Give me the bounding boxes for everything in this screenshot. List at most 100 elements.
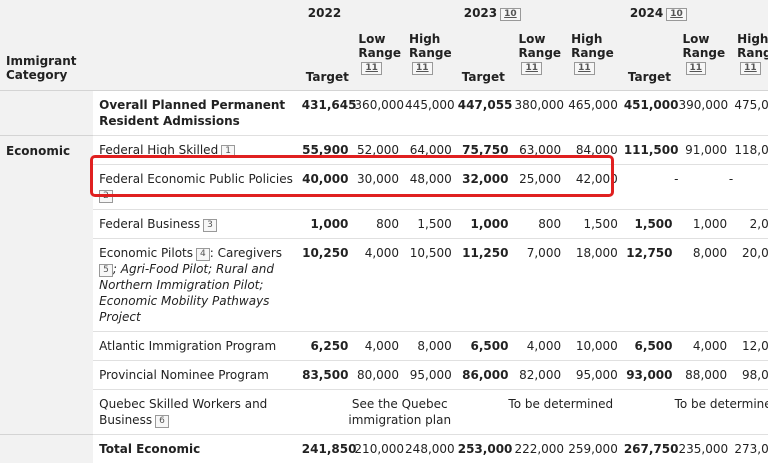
table-row: Quebec Skilled Workers and Business6 See…	[0, 390, 768, 435]
row-label: Quebec Skilled Workers and Business6	[93, 390, 302, 435]
note-cell: To be determined	[458, 390, 624, 435]
total-row: Total Economic 241,850 210,000 248,000 2…	[0, 435, 768, 463]
value-cell: 1,000	[302, 210, 355, 239]
value-cell: 12,000	[733, 332, 768, 361]
value-cell: 82,000	[514, 361, 567, 390]
value-cell: 1,500	[405, 210, 458, 239]
value-cell: 475,000	[733, 91, 768, 136]
table-row: Economic Pilots4: Caregivers5; Agri-Food…	[0, 239, 768, 332]
value-cell: 10,500	[405, 239, 458, 332]
value-cell: 248,000	[405, 435, 458, 463]
category-cell-economic: Economic	[0, 136, 93, 435]
row-label-text: Quebec Skilled Workers and Business	[99, 397, 267, 427]
value-cell: 20,000	[733, 239, 768, 332]
value-cell: 210,000	[354, 435, 405, 463]
table-row: Federal Business3 1,000 800 1,500 1,000 …	[0, 210, 768, 239]
value-cell: 6,500	[458, 332, 515, 361]
total-label: Total Economic	[93, 435, 302, 463]
low-label: Low	[683, 32, 710, 46]
value-cell: 1,500	[624, 210, 679, 239]
value-cell: 259,000	[567, 435, 624, 463]
value-cell: 267,750	[624, 435, 679, 463]
value-cell: 95,000	[567, 361, 624, 390]
row-label-text: Federal Business	[99, 217, 200, 231]
value-cell: 6,500	[624, 332, 679, 361]
value-cell: -	[733, 165, 768, 210]
value-cell: 800	[354, 210, 405, 239]
col-header-high-range: HighRange 11	[405, 26, 458, 91]
value-cell: 95,000	[405, 361, 458, 390]
footnote-link[interactable]: 3	[203, 219, 217, 232]
year-label: 2022	[308, 6, 341, 20]
range-label: Range	[358, 46, 401, 60]
col-header-low-range: LowRange 11	[679, 26, 734, 91]
footnote-link[interactable]: 11	[521, 62, 542, 75]
range-label: Range	[683, 46, 726, 60]
value-cell: 1,000	[679, 210, 734, 239]
footnote-link[interactable]: 11	[574, 62, 595, 75]
high-label: High	[409, 32, 440, 46]
value-cell: 431,645	[302, 91, 355, 136]
col-header-high-range: HighRange11	[567, 26, 624, 91]
value-cell: 4,000	[679, 332, 734, 361]
range-label: Range	[518, 46, 561, 60]
value-cell: 360,000	[354, 91, 405, 136]
range-label: Range	[409, 46, 452, 60]
footnote-link[interactable]: 11	[686, 62, 707, 75]
year-header-2022: 2022	[302, 0, 458, 26]
footnote-link[interactable]: 11	[740, 62, 761, 75]
footnote-link[interactable]: 5	[99, 264, 113, 277]
footnote-link[interactable]: 11	[412, 62, 433, 75]
target-label: Target	[628, 70, 671, 84]
target-label: Target	[306, 70, 349, 84]
value-cell: -	[624, 165, 679, 210]
value-cell: 253,000	[458, 435, 515, 463]
value-cell: 86,000	[458, 361, 515, 390]
year-label: 2024	[630, 6, 663, 20]
footnote-link[interactable]: 10	[666, 8, 687, 21]
value-cell: 222,000	[514, 435, 567, 463]
year-header-2024: 202410	[624, 0, 768, 26]
table-row: Provincial Nominee Program 83,500 80,000…	[0, 361, 768, 390]
range-label: Range	[737, 46, 768, 60]
category-label: Economic	[6, 144, 70, 158]
value-cell: 241,850	[302, 435, 355, 463]
note-cell: See the Quebec immigration plan	[302, 390, 458, 435]
value-cell: 380,000	[514, 91, 567, 136]
col-header-target: Target	[458, 26, 515, 91]
value-cell: 8,000	[679, 239, 734, 332]
col-header-high-range: HighRange 11	[733, 26, 768, 91]
value-cell: 4,000	[354, 332, 405, 361]
year-label: 2023	[464, 6, 497, 20]
footnote-link[interactable]: 11	[361, 62, 382, 75]
row-label: Provincial Nominee Program	[93, 361, 302, 390]
value-cell: 118,000	[733, 136, 768, 165]
value-cell: -	[679, 165, 734, 210]
value-cell: 4,000	[514, 332, 567, 361]
table-row: Atlantic Immigration Program 6,250 4,000…	[0, 332, 768, 361]
value-cell: 111,500	[624, 136, 679, 165]
category-header-label: Immigrant Category	[6, 54, 76, 82]
value-cell: 11,250	[458, 239, 515, 332]
value-cell: 1,000	[458, 210, 515, 239]
overall-label: Overall Planned Permanent Resident Admis…	[93, 91, 302, 136]
value-cell: 235,000	[679, 435, 734, 463]
high-label: High	[737, 32, 768, 46]
row-label: Federal Business3	[93, 210, 302, 239]
col-header-target: Target	[624, 26, 679, 91]
footnote-link[interactable]: 6	[155, 415, 169, 428]
overall-row: Overall Planned Permanent Resident Admis…	[0, 91, 768, 136]
value-cell: 447,055	[458, 91, 515, 136]
category-cell-empty	[0, 91, 93, 136]
header-spacer	[93, 0, 302, 91]
value-cell: 8,000	[405, 332, 458, 361]
footnote-link[interactable]: 4	[196, 248, 210, 261]
value-cell: 83,500	[302, 361, 355, 390]
col-header-category: Immigrant Category	[0, 0, 93, 91]
footnote-link[interactable]: 10	[500, 8, 521, 21]
value-cell: 273,000	[733, 435, 768, 463]
row-label-text: : Caregivers	[210, 246, 282, 260]
value-cell: 465,000	[567, 91, 624, 136]
value-cell: 2,000	[733, 210, 768, 239]
year-header-2023: 202310	[458, 0, 624, 26]
